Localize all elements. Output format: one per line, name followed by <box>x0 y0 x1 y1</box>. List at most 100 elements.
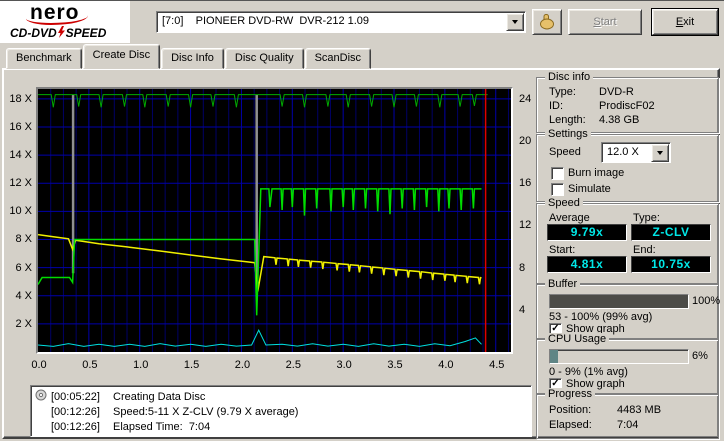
log-entry: [00:12:26] Speed:5-11 X Z-CLV (9.79 X av… <box>35 404 527 419</box>
settings-title: Settings <box>545 128 591 140</box>
disc-type-value: DVD-R <box>599 86 634 98</box>
x-axis-label: 4.0 <box>438 359 454 371</box>
log-entry-icon <box>35 389 51 404</box>
y-axis-left-label: 6 X <box>15 261 32 274</box>
burn-image-label: Burn image <box>568 167 625 179</box>
type-value: Z-CLV <box>631 224 711 241</box>
create-disc-tab-page: 2 X4 X6 X8 X 10 X 12 X 14 X 16 X 18 X 4 8 12 16 20… <box>2 68 720 439</box>
disc-icon <box>35 389 47 401</box>
chevron-down-icon <box>657 151 663 155</box>
progress-group: Progress Position: 4483 MB Elapsed: 7:04 <box>536 388 719 439</box>
x-axis-label: 1.0 <box>133 359 149 371</box>
y-axis-left-label: 8 X <box>15 233 32 246</box>
start-label: Start: <box>549 244 576 256</box>
chevron-down-icon <box>512 20 518 24</box>
disc-type-label: Type: <box>549 86 576 98</box>
start-value: 4.81x <box>547 256 627 273</box>
disc-id-value: ProdiscF02 <box>599 100 655 112</box>
buffer-range-text: 53 - 100% (99% avg) <box>549 311 653 323</box>
x-axis-label: 0.0 <box>31 359 47 371</box>
start-button[interactable]: Start <box>568 9 642 35</box>
disc-length-label: Length: <box>549 114 586 126</box>
tab-disc-quality[interactable]: Disc Quality <box>224 48 304 69</box>
buffer-meter <box>549 294 689 309</box>
glove-icon <box>540 14 554 30</box>
tab-disc-info[interactable]: Disc Info <box>161 48 224 69</box>
speed-chart: 2 X4 X6 X8 X 10 X 12 X 14 X 16 X 18 X 4 8 12 16 20… <box>6 70 536 382</box>
x-axis-label: 3.0 <box>336 359 352 371</box>
cpu-meter-fill <box>550 350 559 363</box>
tab-create-disc[interactable]: Create Disc <box>82 44 161 69</box>
drive-select-dropdown-button[interactable] <box>506 13 524 31</box>
log-entry: [00:05:22] Creating Data Disc <box>35 389 527 404</box>
x-axis-label: 3.5 <box>387 359 403 371</box>
drive-select-combobox[interactable]: [7:0] PIONEER DVD-RW DVR-212 1.09 <box>156 11 526 33</box>
series-buffer-level <box>38 94 488 108</box>
elapsed-value: 7:04 <box>617 419 639 431</box>
drive-select-value: [7:0] PIONEER DVD-RW DVR-212 1.09 <box>162 15 370 27</box>
end-value: 10.75x <box>631 256 711 273</box>
x-axis-label: 1.5 <box>183 359 200 371</box>
disc-info-title: Disc info <box>545 71 594 83</box>
speed-select-dropdown-button[interactable] <box>651 144 669 162</box>
speed-select-label: Speed <box>549 146 581 158</box>
cpu-meter <box>549 349 689 364</box>
burn-image-checkbox[interactable] <box>551 167 564 180</box>
log-timestamp: [00:12:26] <box>51 405 100 418</box>
disc-length-value: 4.38 GB <box>599 114 640 126</box>
y-axis-left-label: 4 X <box>15 289 32 302</box>
disc-info-group: Disc info Type: DVD-R ID: ProdiscF02 Len… <box>536 71 719 133</box>
y-axis-left-label: 2 X <box>15 317 32 330</box>
series-cpu-usage <box>37 329 482 347</box>
x-axis-label: 2.5 <box>285 359 301 371</box>
speed-group: Speed Average Type: 9.79x Z-CLV Start: E… <box>536 197 719 284</box>
tab-benchmark[interactable]: Benchmark <box>6 48 82 69</box>
position-label: Position: <box>549 404 592 416</box>
buffer-title: Buffer <box>545 278 581 290</box>
chart-canvas <box>37 89 511 352</box>
type-label: Type: <box>633 212 660 224</box>
cpu-percent: 6% <box>692 350 708 362</box>
product-name: CD-DVD SPEED <box>10 26 106 40</box>
y-axis-left-label: 18 X <box>9 92 32 105</box>
tab-scandisc[interactable]: ScanDisc <box>304 48 372 69</box>
nero-cd-dvd-speed-window: nero CD-DVD SPEED [7:0] PIONEER DVD-RW DV… <box>0 0 724 441</box>
simulate-checkbox[interactable] <box>551 183 564 196</box>
end-label: End: <box>633 244 656 256</box>
cpu-range-text: 0 - 9% (1% avg) <box>549 366 628 378</box>
average-label: Average <box>549 212 590 224</box>
x-axis-label: 2.0 <box>234 359 251 371</box>
buffer-percent: 100% <box>692 295 721 307</box>
settings-group: Settings Speed 12.0 X Burn image Simulat… <box>536 128 719 202</box>
eject-tool-button[interactable] <box>532 9 562 35</box>
simulate-label: Simulate <box>568 183 611 195</box>
disc-id-label: ID: <box>549 100 564 112</box>
tab-bar: Benchmark Create Disc Disc Info Disc Qua… <box>6 44 372 69</box>
log-timestamp: [00:12:26] <box>51 420 100 433</box>
series-write-speed <box>37 188 482 316</box>
status-log[interactable]: [00:05:22] Creating Data Disc [00:12:26]… <box>30 385 532 437</box>
start-button-label: Start <box>593 16 617 28</box>
speed-title: Speed <box>545 197 583 209</box>
speed-select-dropdown[interactable]: 12.0 X <box>601 142 671 163</box>
speed-select-value: 12.0 X <box>607 146 639 158</box>
log-message: Creating Data Disc <box>113 390 206 403</box>
x-axis-label: 0.5 <box>82 359 98 371</box>
y-axis-left-label: 16 X <box>9 120 32 133</box>
log-timestamp: [00:05:22] <box>51 390 100 403</box>
buffer-group: Buffer 100% 53 - 100% (99% avg) ✓ Show g… <box>536 278 721 339</box>
cpu-usage-group: CPU Usage 6% 0 - 9% (1% avg) ✓ Show grap… <box>536 333 719 394</box>
exit-button[interactable]: Exit <box>652 9 718 35</box>
y-axis-left-label: 14 X <box>9 149 32 162</box>
chart-plot-area <box>36 87 513 354</box>
log-message: Speed:5-11 X Z-CLV (9.79 X average) <box>113 405 299 418</box>
log-message: Elapsed Time: 7:04 <box>113 420 211 433</box>
exit-button-label: Exit <box>675 16 695 28</box>
average-value: 9.79x <box>547 224 627 241</box>
app-logo: nero CD-DVD SPEED <box>0 1 130 43</box>
cpu-usage-title: CPU Usage <box>545 333 610 345</box>
log-entry: [00:12:26] Elapsed Time: 7:04 <box>35 419 527 434</box>
lightning-icon <box>57 26 65 38</box>
x-axis-label: 4.5 <box>489 359 505 371</box>
product-name-cddvd: CD-DVD <box>10 26 57 40</box>
